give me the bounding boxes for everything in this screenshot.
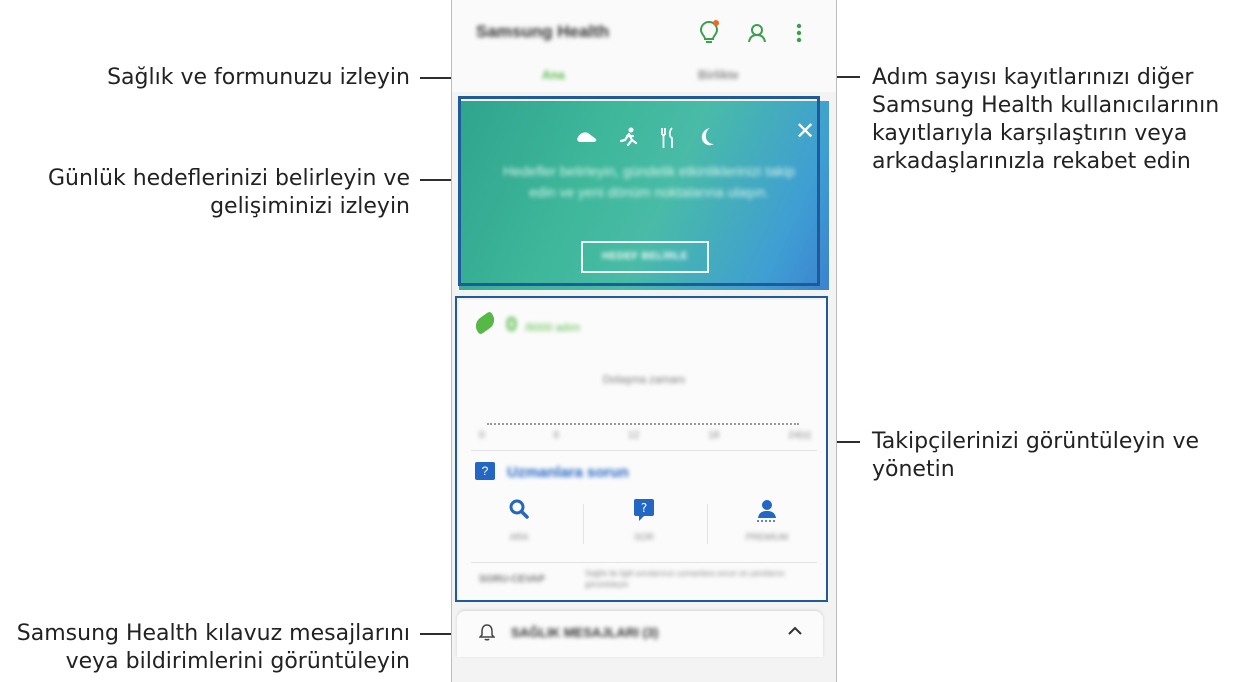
followers-highlight bbox=[455, 296, 828, 602]
app-title: Samsung Health bbox=[476, 22, 610, 41]
tab-together[interactable]: Birlikte bbox=[698, 68, 739, 82]
more-options-icon[interactable] bbox=[784, 16, 814, 50]
tab-home[interactable]: Ana bbox=[542, 68, 565, 82]
bottom-strip bbox=[452, 657, 836, 682]
callout-goals-line1: Günlük hedeflerinizi belirleyin ve bbox=[47, 166, 410, 191]
callout-goals: Günlük hedeflerinizi belirleyin ve geliş… bbox=[10, 165, 410, 221]
chevron-up-icon[interactable] bbox=[787, 621, 803, 642]
lightbulb-icon[interactable] bbox=[694, 16, 724, 50]
callout-steps-line1: Adım sayısı kayıtlarınızı diğer bbox=[872, 65, 1194, 90]
callout-messages-line1: Samsung Health kılavuz mesajlarını bbox=[16, 621, 410, 646]
profile-icon[interactable] bbox=[742, 16, 772, 50]
callout-steps: Adım sayısı kayıtlarınızı diğer Samsung … bbox=[872, 64, 1237, 176]
health-messages-title: SAĞLIK MESAJLARI (3) bbox=[511, 625, 659, 640]
callout-goals-line2: gelişiminizi izleyin bbox=[210, 194, 410, 219]
callout-messages: Samsung Health kılavuz mesajlarını veya … bbox=[10, 620, 410, 676]
callout-followers-line1: Takipçilerinizi görüntüleyin ve bbox=[872, 429, 1200, 454]
callout-steps-line2: Samsung Health kullanıcılarının bbox=[872, 93, 1220, 118]
callout-steps-line3: kayıtlarıyla karşılaştırın veya bbox=[872, 121, 1188, 146]
callout-followers-line2: yönetin bbox=[872, 457, 955, 482]
callout-followers: Takipçilerinizi görüntüleyin ve yönetin bbox=[872, 428, 1237, 484]
bell-icon bbox=[478, 623, 496, 646]
tab-bar: Ana Birlikte bbox=[452, 64, 836, 92]
callout-messages-line2: veya bildirimlerini görüntüleyin bbox=[65, 649, 410, 674]
callout-health-text: Sağlık ve formunuzu izleyin bbox=[107, 65, 410, 90]
callout-steps-line4: arkadaşlarınızla rekabet edin bbox=[872, 149, 1191, 174]
goals-highlight bbox=[458, 96, 820, 286]
callout-health: Sağlık ve formunuzu izleyin bbox=[60, 64, 410, 92]
health-messages-bar[interactable]: SAĞLIK MESAJLARI (3) bbox=[457, 611, 823, 657]
app-bar: Samsung Health bbox=[452, 0, 836, 70]
